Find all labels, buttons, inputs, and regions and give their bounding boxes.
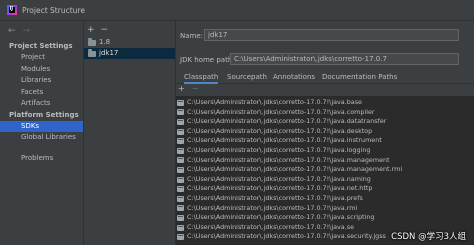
- sdk-item-1-8[interactable]: 1.8: [84, 37, 175, 48]
- list-item[interactable]: C:\Users\Administrator\.jdks\corretto-17…: [177, 108, 375, 118]
- list-item[interactable]: C:\Users\Administrator\.jdks\corretto-17…: [177, 204, 357, 214]
- remove-classpath-button[interactable]: −: [192, 84, 199, 93]
- classpath-entry: C:\Users\Administrator\.jdks\corretto-17…: [187, 222, 355, 231]
- nav-item-project[interactable]: Project: [0, 52, 83, 63]
- path-tabs: Classpath Sourcepath Annotations Documen…: [176, 71, 474, 84]
- back-arrow-icon[interactable]: ←: [8, 26, 16, 36]
- classpath-list[interactable]: C:\Users\Administrator\.jdks\corretto-17…: [176, 96, 474, 245]
- classpath-entry: C:\Users\Administrator\.jdks\corretto-17…: [187, 165, 403, 174]
- jar-icon: [177, 224, 184, 231]
- classpath-entry: C:\Users\Administrator\.jdks\corretto-17…: [187, 232, 386, 241]
- sdk-details-panel: Name: JDK home path: Classpath Sourcepat…: [176, 21, 474, 245]
- jar-icon: [177, 118, 184, 125]
- jdk-home-path-input[interactable]: [230, 53, 459, 65]
- sdk-item-label: jdk17: [99, 49, 119, 57]
- jar-icon: [177, 128, 184, 135]
- list-item[interactable]: C:\Users\Administrator\.jdks\corretto-17…: [177, 127, 372, 137]
- classpath-entry: C:\Users\Administrator\.jdks\corretto-17…: [187, 155, 390, 164]
- jdk-home-path-label: JDK home path:: [180, 56, 235, 64]
- jar-icon: [177, 109, 184, 116]
- platform-settings-header: Platform Settings: [9, 111, 79, 119]
- csdn-watermark: CSDN @学习3人组: [391, 232, 466, 242]
- classpath-entry: C:\Users\Administrator\.jdks\corretto-17…: [187, 146, 371, 154]
- tab-annotations[interactable]: Annotations: [273, 71, 315, 83]
- settings-nav-panel: ← → Project Settings Project Modules Libr…: [0, 21, 84, 245]
- jar-icon: [177, 205, 184, 212]
- classpath-entry: C:\Users\Administrator\.jdks\corretto-17…: [187, 107, 375, 116]
- list-item[interactable]: C:\Users\Administrator\.jdks\corretto-17…: [177, 175, 371, 185]
- sdk-item-label: 1.8: [99, 38, 111, 46]
- list-item[interactable]: C:\Users\Administrator\.jdks\corretto-17…: [177, 98, 362, 108]
- classpath-entry: C:\Users\Administrator\.jdks\corretto-17…: [187, 117, 387, 126]
- title-bar: IJ Project Structure: [0, 0, 474, 21]
- tab-classpath[interactable]: Classpath: [184, 71, 219, 84]
- list-item[interactable]: C:\Users\Administrator\.jdks\corretto-17…: [177, 194, 363, 204]
- list-item[interactable]: C:\Users\Administrator\.jdks\corretto-17…: [177, 136, 382, 146]
- jar-icon: [177, 186, 184, 193]
- add-sdk-button[interactable]: +: [87, 25, 95, 35]
- project-settings-header: Project Settings: [9, 42, 73, 50]
- jar-icon: [177, 176, 184, 183]
- classpath-entry: C:\Users\Administrator\.jdks\corretto-17…: [187, 203, 358, 212]
- folder-icon: [88, 38, 96, 46]
- list-item[interactable]: C:\Users\Administrator\.jdks\corretto-17…: [177, 146, 370, 156]
- list-item[interactable]: C:\Users\Administrator\.jdks\corretto-17…: [177, 156, 390, 166]
- sdk-list-panel: + − 1.8 jdk17: [84, 21, 176, 245]
- list-item[interactable]: C:\Users\Administrator\.jdks\corretto-17…: [177, 213, 374, 223]
- jar-icon: [177, 166, 184, 173]
- sdk-name-input[interactable]: [204, 29, 459, 41]
- jar-icon: [177, 99, 184, 106]
- nav-arrows: ← →: [8, 26, 37, 36]
- classpath-entry: C:\Users\Administrator\.jdks\corretto-17…: [187, 194, 363, 202]
- classpath-entry: C:\Users\Administrator\.jdks\corretto-17…: [187, 174, 371, 183]
- list-item[interactable]: C:\Users\Administrator\.jdks\corretto-17…: [177, 117, 386, 127]
- remove-sdk-button[interactable]: −: [101, 25, 109, 35]
- classpath-entry: C:\Users\Administrator\.jdks\corretto-17…: [187, 184, 373, 193]
- folder-icon: [88, 49, 96, 57]
- sdk-list-toolbar: + −: [87, 25, 114, 35]
- intellij-logo-icon: IJ: [7, 5, 17, 15]
- classpath-entry: C:\Users\Administrator\.jdks\corretto-17…: [187, 126, 373, 135]
- list-item[interactable]: C:\Users\Administrator\.jdks\corretto-17…: [177, 223, 354, 233]
- jar-icon: [177, 138, 184, 145]
- classpath-entry: C:\Users\Administrator\.jdks\corretto-17…: [187, 136, 382, 145]
- sdk-item-jdk17[interactable]: jdk17: [84, 48, 175, 59]
- name-label: Name:: [180, 32, 204, 40]
- jar-icon: [177, 147, 184, 154]
- classpath-entry: C:\Users\Administrator\.jdks\corretto-17…: [187, 98, 362, 106]
- nav-item-facets[interactable]: Facets: [0, 87, 83, 98]
- nav-item-global-libraries[interactable]: Global Libraries: [0, 132, 83, 143]
- nav-item-modules[interactable]: Modules: [0, 64, 83, 75]
- list-item[interactable]: C:\Users\Administrator\.jdks\corretto-17…: [177, 232, 386, 242]
- forward-arrow-icon[interactable]: →: [23, 26, 31, 36]
- tab-sourcepath[interactable]: Sourcepath: [227, 71, 267, 83]
- nav-item-artifacts[interactable]: Artifacts: [0, 98, 83, 109]
- nav-item-problems[interactable]: Problems: [0, 153, 83, 164]
- classpath-toolbar: + −: [178, 84, 205, 93]
- classpath-entry: C:\Users\Administrator\.jdks\corretto-17…: [187, 213, 375, 222]
- jar-icon: [177, 195, 184, 202]
- jar-icon: [177, 214, 184, 221]
- tab-documentation-paths[interactable]: Documentation Paths: [322, 71, 397, 83]
- jar-icon: [177, 234, 184, 241]
- nav-item-libraries[interactable]: Libraries: [0, 75, 83, 86]
- add-classpath-button[interactable]: +: [178, 84, 185, 93]
- jar-icon: [177, 157, 184, 164]
- list-item[interactable]: C:\Users\Administrator\.jdks\corretto-17…: [177, 165, 402, 175]
- window-title: Project Structure: [22, 5, 85, 15]
- nav-item-sdks[interactable]: SDKs: [0, 121, 83, 132]
- list-item[interactable]: C:\Users\Administrator\.jdks\corretto-17…: [177, 184, 372, 194]
